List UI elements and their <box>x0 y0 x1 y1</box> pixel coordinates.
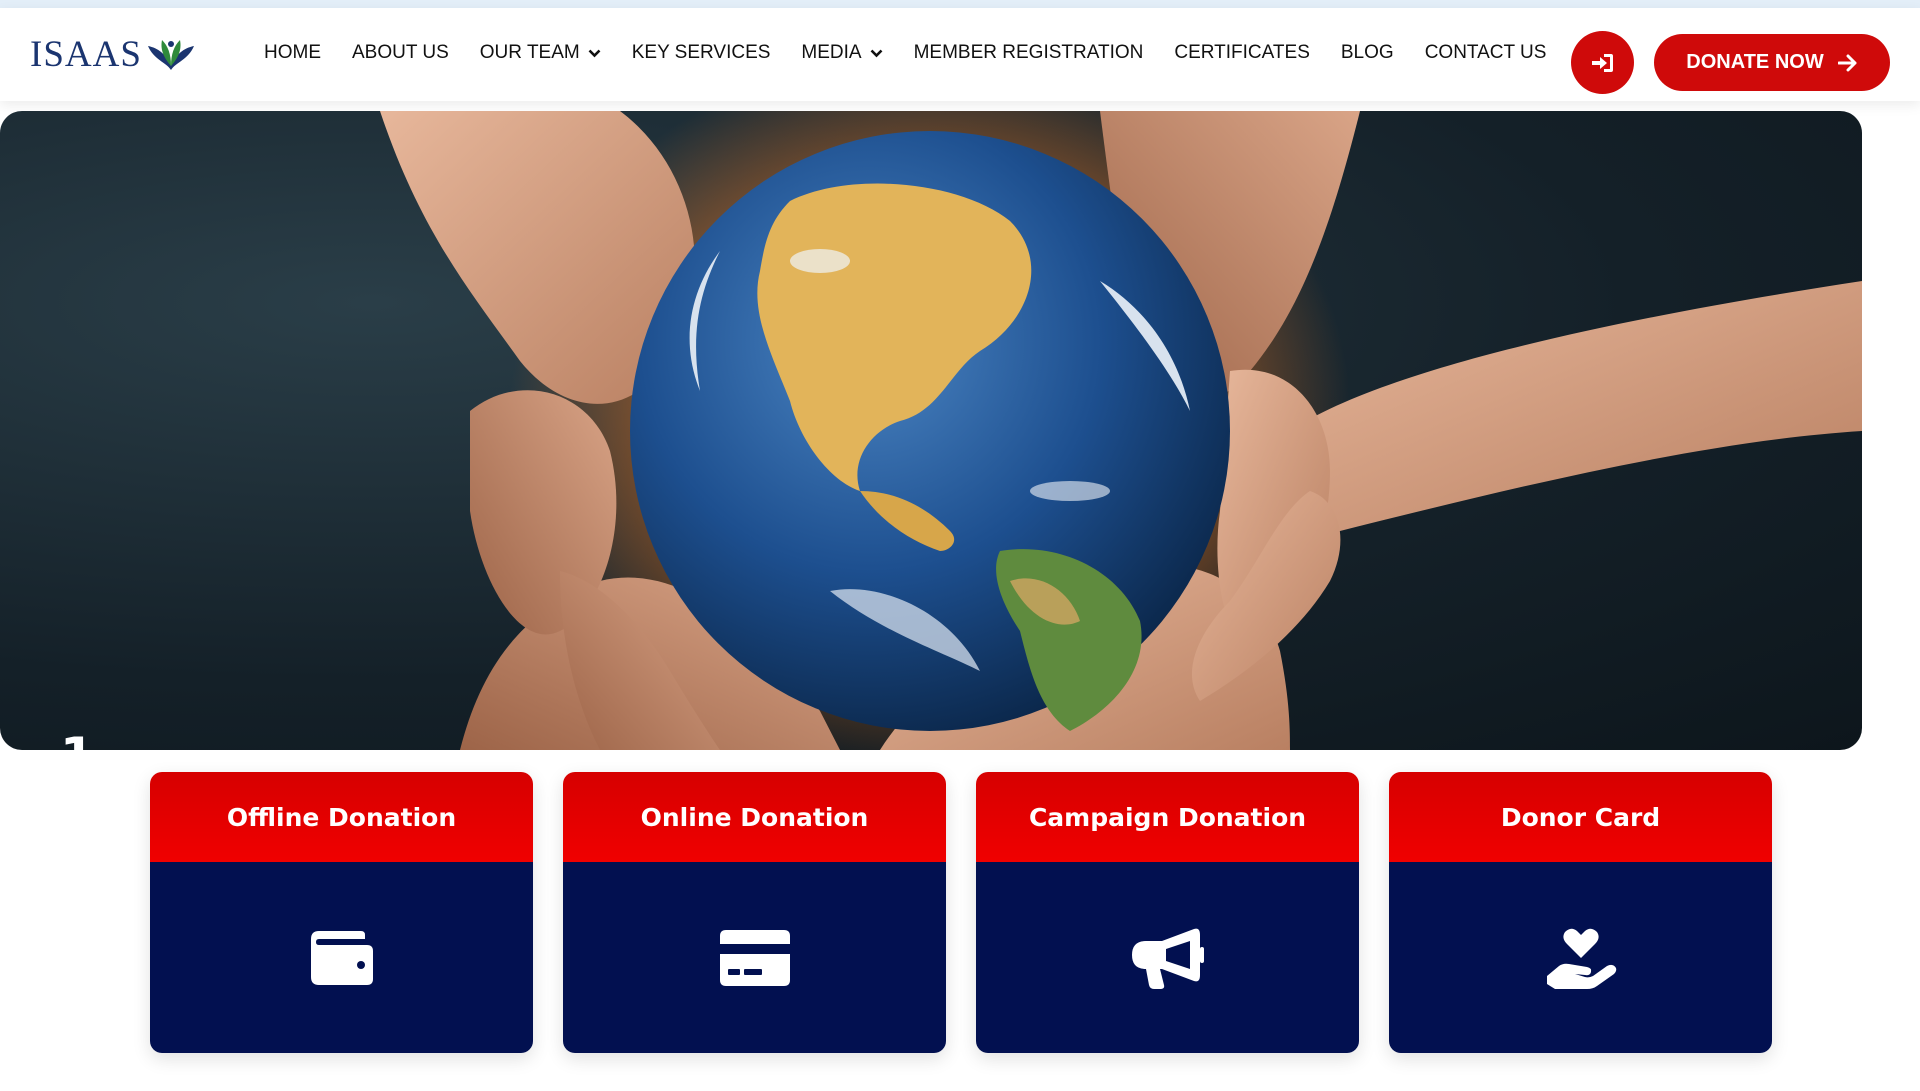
leaf-emblem-icon <box>147 40 194 70</box>
nav-item-label: OUR TEAM <box>479 42 580 63</box>
credit-card-icon <box>719 929 790 986</box>
donation-options: Offline Donation Online Donation Campaig… <box>150 772 1772 1053</box>
nav-item-label: MEMBER REGISTRATION <box>913 42 1144 63</box>
chevron-down-icon <box>870 49 883 57</box>
card-title: Campaign Donation <box>976 772 1359 862</box>
nav-item-label: HOME <box>264 42 321 63</box>
card-body <box>976 862 1359 1053</box>
nav-item-label: BLOG <box>1340 42 1394 63</box>
card-title: Online Donation <box>563 772 946 862</box>
card-donor-card[interactable]: Donor Card <box>1389 772 1772 1053</box>
donate-button-label: DONATE NOW <box>1686 51 1824 73</box>
login-button[interactable] <box>1571 31 1634 94</box>
nav-item-about-us[interactable]: ABOUT US <box>352 42 449 64</box>
nav-item-blog[interactable]: BLOG <box>1341 42 1394 64</box>
main-menu: HOME ABOUT US OUR TEAM KEY SERVICES MEDI… <box>264 38 1577 68</box>
nav-item-contact-us[interactable]: CONTACT US <box>1425 42 1547 64</box>
card-title: Donor Card <box>1389 772 1772 862</box>
megaphone-icon <box>1131 928 1204 989</box>
nav-item-key-services[interactable]: KEY SERVICES <box>632 42 771 64</box>
card-title: Offline Donation <box>150 772 533 862</box>
card-body <box>150 862 533 1053</box>
nav-item-label: CONTACT US <box>1424 42 1547 63</box>
slide-counter-separator: / <box>97 747 108 750</box>
nav-item-label: ABOUT US <box>352 42 449 63</box>
donate-now-button[interactable]: DONATE NOW <box>1654 34 1890 91</box>
card-body <box>563 862 946 1053</box>
hero-image-hands-holding-globe <box>380 111 1862 750</box>
logo-text: ISAAS <box>30 33 142 75</box>
nav-item-label: MEDIA <box>801 42 862 63</box>
slide-counter-current: 1 <box>60 731 95 750</box>
nav-item-member-registration[interactable]: MEMBER REGISTRATION <box>914 42 1144 64</box>
site-header: ISAAS HOME ABOUT US OUR TEAM KEY SERVICE… <box>0 8 1920 101</box>
card-body <box>1389 862 1772 1053</box>
nav-item-label: CERTIFICATES <box>1174 42 1310 63</box>
hero-slider[interactable]: 1 / 1 <box>0 111 1862 750</box>
card-campaign-donation[interactable]: Campaign Donation <box>976 772 1359 1053</box>
wallet-icon <box>310 930 373 985</box>
nav-item-media[interactable]: MEDIA <box>801 42 883 64</box>
nav-item-our-team[interactable]: OUR TEAM <box>480 42 601 64</box>
nav-item-certificates[interactable]: CERTIFICATES <box>1174 42 1309 64</box>
site-logo[interactable]: ISAAS <box>30 34 196 74</box>
card-online-donation[interactable]: Online Donation <box>563 772 946 1053</box>
hand-holding-heart-icon <box>1546 928 1616 989</box>
sign-in-icon <box>1591 53 1613 72</box>
chevron-down-icon <box>588 49 601 57</box>
nav-item-label: KEY SERVICES <box>631 42 771 63</box>
card-offline-donation[interactable]: Offline Donation <box>150 772 533 1053</box>
top-strip <box>0 0 1920 8</box>
nav-item-home[interactable]: HOME <box>264 42 321 64</box>
arrow-right-icon <box>1837 54 1857 71</box>
slide-counter: 1 / 1 <box>60 731 128 750</box>
